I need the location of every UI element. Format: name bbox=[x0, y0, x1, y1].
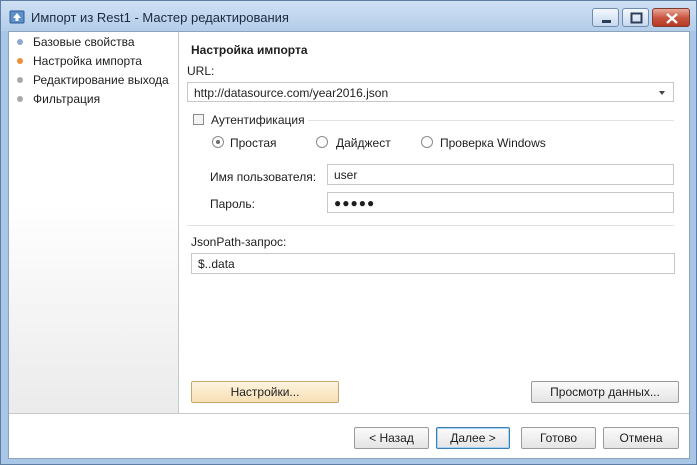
step-dot-icon bbox=[17, 39, 23, 45]
auth-separator bbox=[308, 120, 674, 121]
sidebar-item-base-properties[interactable]: Базовые свойства bbox=[17, 34, 135, 50]
close-icon bbox=[666, 13, 678, 24]
title-bar[interactable]: Импорт из Rest1 - Мастер редактирования bbox=[1, 1, 696, 31]
minimize-icon bbox=[602, 20, 611, 23]
finish-button[interactable]: Готово bbox=[521, 427, 596, 449]
password-label: Пароль: bbox=[210, 197, 255, 211]
page-title: Настройка импорта bbox=[191, 43, 308, 57]
data-preview-button[interactable]: Просмотр данных... bbox=[531, 381, 679, 403]
sidebar-item-import-settings[interactable]: Настройка импорта bbox=[17, 53, 142, 69]
auth-radio-digest[interactable] bbox=[316, 136, 328, 148]
sidebar-item-filtering[interactable]: Фильтрация bbox=[17, 91, 100, 107]
minimize-button[interactable] bbox=[592, 8, 619, 27]
sidebar-item-label: Фильтрация bbox=[33, 92, 101, 106]
maximize-button[interactable] bbox=[622, 8, 649, 27]
next-button[interactable]: Далее > bbox=[436, 427, 510, 449]
sidebar-item-label: Базовые свойства bbox=[33, 35, 135, 49]
url-value: http://datasource.com/year2016.json bbox=[194, 86, 389, 100]
step-dot-icon bbox=[17, 96, 23, 102]
auth-label: Аутентификация bbox=[211, 113, 305, 127]
import-settings-panel: Настройка импорта URL: http://datasource… bbox=[180, 32, 689, 413]
cancel-button[interactable]: Отмена bbox=[603, 427, 679, 449]
auth-option-windows: Проверка Windows bbox=[440, 136, 546, 150]
footer-divider bbox=[9, 413, 689, 414]
sidebar-item-label: Редактирование выхода bbox=[33, 73, 169, 87]
window-title: Импорт из Rest1 - Мастер редактирования bbox=[31, 10, 289, 25]
username-label: Имя пользователя: bbox=[210, 170, 317, 184]
sidebar-item-label: Настройка импорта bbox=[33, 54, 142, 68]
auth-option-simple: Простая bbox=[230, 136, 277, 150]
password-field[interactable]: ●●●●● bbox=[327, 192, 674, 213]
settings-button[interactable]: Настройки... bbox=[191, 381, 339, 403]
close-button[interactable] bbox=[652, 8, 690, 27]
maximize-icon bbox=[630, 12, 643, 24]
auth-radio-windows[interactable] bbox=[421, 136, 433, 148]
step-dot-icon bbox=[17, 58, 23, 64]
url-combobox[interactable]: http://datasource.com/year2016.json bbox=[187, 82, 674, 102]
auth-radio-simple[interactable] bbox=[212, 136, 224, 148]
step-dot-icon bbox=[17, 77, 23, 83]
back-button[interactable]: < Назад bbox=[354, 427, 429, 449]
wizard-window: Импорт из Rest1 - Мастер редактирования … bbox=[0, 0, 697, 465]
wizard-steps-sidebar: Базовые свойства Настройка импорта Редак… bbox=[9, 32, 179, 413]
chevron-down-icon[interactable] bbox=[659, 91, 665, 95]
jsonpath-label: JsonPath-запрос: bbox=[191, 235, 287, 249]
url-label: URL: bbox=[187, 64, 215, 78]
auth-checkbox[interactable] bbox=[193, 114, 204, 125]
section-separator bbox=[187, 225, 674, 226]
wizard-client-area: Базовые свойства Настройка импорта Редак… bbox=[8, 31, 690, 459]
import-icon bbox=[9, 10, 25, 24]
jsonpath-input[interactable]: $..data bbox=[191, 253, 675, 274]
sidebar-item-output-editing[interactable]: Редактирование выхода bbox=[17, 72, 169, 88]
username-field[interactable]: user bbox=[327, 164, 674, 185]
auth-option-digest: Дайджест bbox=[336, 136, 391, 150]
